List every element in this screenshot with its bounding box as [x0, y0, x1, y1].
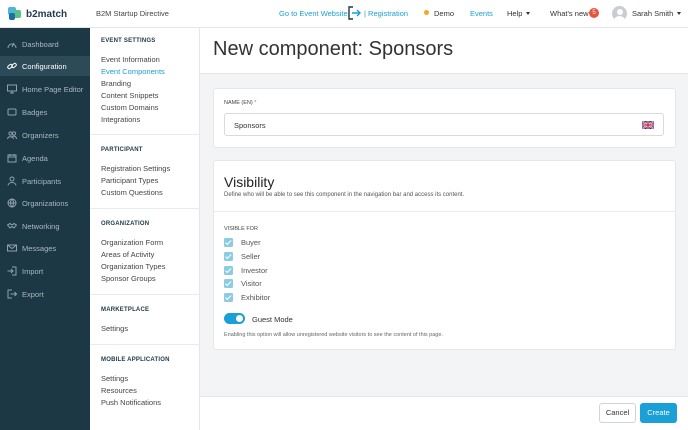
visible-for-visitor[interactable]: Visitor [224, 278, 262, 288]
sidebar-item-configuration[interactable]: Configuration [0, 56, 90, 76]
menu-section-title: ORGANIZATION [101, 221, 150, 227]
header-divider [200, 73, 688, 74]
menu-item-organization-form[interactable]: Organization Form [101, 238, 163, 247]
menu-divider [90, 134, 200, 135]
menu-divider [90, 294, 200, 295]
visible-for-buyer[interactable]: Buyer [224, 237, 261, 247]
menu-item-participant-types[interactable]: Participant Types [101, 176, 158, 185]
visible-for-exhibitor[interactable]: Exhibitor [224, 292, 270, 302]
menu-item-organization-types[interactable]: Organization Types [101, 262, 165, 271]
sidebar-item-home-page-editor[interactable]: Home Page Editor [0, 79, 90, 99]
menu-item-sponsor-groups[interactable]: Sponsor Groups [101, 274, 156, 283]
menu-item-areas-of-activity[interactable]: Areas of Activity [101, 250, 154, 259]
monitor-icon [7, 84, 17, 94]
menu-divider [90, 208, 200, 209]
user-menu[interactable]: Sarah Smith [632, 9, 682, 18]
menu-section-title: MARKETPLACE [101, 307, 150, 313]
checkbox-checked[interactable] [224, 251, 233, 261]
menu-item-push-notifications[interactable]: Push Notifications [101, 398, 161, 407]
badge-icon [7, 108, 17, 116]
required-mark: * [254, 100, 257, 106]
sidebar-item-import[interactable]: Import [0, 261, 90, 281]
visible-for-investor[interactable]: Investor [224, 265, 268, 275]
brand-name: b2match [26, 8, 68, 20]
cancel-button[interactable]: Cancel [599, 403, 636, 423]
main-sidebar: Dashboard Configuration Home Page Editor… [0, 28, 90, 430]
sidebar-item-networking[interactable]: Networking [0, 216, 90, 236]
checkbox-checked[interactable] [224, 265, 233, 275]
sidebar-item-dashboard[interactable]: Dashboard [0, 34, 90, 54]
users-icon [7, 176, 17, 186]
calendar-icon [7, 154, 17, 163]
external-link-icon[interactable] [348, 6, 361, 20]
help-menu[interactable]: Help [507, 9, 531, 18]
menu-item-branding[interactable]: Branding [101, 79, 131, 88]
sidebar-item-export[interactable]: Export [0, 284, 90, 304]
guest-mode-label: Guest Mode [252, 315, 293, 324]
sidebar-item-participants[interactable]: Participants [0, 171, 90, 191]
menu-section-title: PARTICIPANT [101, 147, 143, 153]
sidebar-item-agenda[interactable]: Agenda [0, 148, 90, 168]
menu-item-registration-settings[interactable]: Registration Settings [101, 164, 170, 173]
sidebar-item-badges[interactable]: Badges [0, 102, 90, 122]
import-icon [7, 266, 17, 276]
menu-item-custom-domains[interactable]: Custom Domains [101, 103, 159, 112]
registration-link[interactable]: | Registration [364, 9, 408, 18]
event-name: B2M Startup Directive [96, 9, 169, 18]
people-icon [7, 131, 17, 140]
brand-logo[interactable]: b2match [8, 6, 67, 22]
chevron-down-icon [526, 12, 531, 15]
create-button[interactable]: Create [640, 403, 677, 423]
visible-for-seller[interactable]: Seller [224, 251, 260, 261]
checkbox-checked[interactable] [224, 237, 233, 247]
globe-icon [7, 198, 17, 208]
link-icon [7, 62, 17, 70]
page-title: New component: Sponsors [213, 38, 454, 60]
demo-switch[interactable]: Demo [424, 9, 454, 18]
sidebar-item-organizations[interactable]: Organizations [0, 193, 90, 213]
checkbox-checked[interactable] [224, 278, 233, 288]
visibility-description: Define who will be able to see this comp… [224, 192, 465, 198]
notification-badge[interactable]: 5 [589, 8, 599, 18]
visibility-divider [213, 211, 676, 212]
avatar[interactable] [612, 6, 627, 21]
menu-item-event-components[interactable]: Event Components [101, 67, 165, 76]
whats-new-link[interactable]: What's new [550, 9, 589, 18]
menu-item-custom-questions[interactable]: Custom Questions [101, 188, 163, 197]
menu-item-integrations[interactable]: Integrations [101, 115, 140, 124]
name-input[interactable]: Sponsors [224, 113, 664, 136]
menu-section-title: MOBILE APPLICATION [101, 357, 170, 363]
name-field-label: NAME (EN) * [224, 100, 257, 106]
menu-item-event-information[interactable]: Event Information [101, 55, 160, 64]
menu-item-mobile-settings[interactable]: Settings [101, 374, 128, 383]
demo-status-dot [424, 10, 429, 15]
dashboard-icon [7, 42, 17, 49]
uk-flag-icon[interactable] [642, 121, 654, 129]
handshake-icon [7, 222, 17, 229]
guest-mode-toggle[interactable] [224, 313, 245, 324]
chevron-down-icon [677, 12, 682, 15]
goto-event-link[interactable]: Go to Event Website [279, 9, 348, 18]
visible-for-label: VISIBLE FOR [224, 226, 258, 232]
checkbox-checked[interactable] [224, 292, 233, 302]
visibility-title: Visibility [224, 174, 275, 190]
sidebar-item-organizers[interactable]: Organizers [0, 125, 90, 145]
envelope-icon [7, 244, 17, 252]
menu-item-resources[interactable]: Resources [101, 386, 137, 395]
events-link[interactable]: Events [470, 9, 493, 18]
menu-item-content-snippets[interactable]: Content Snippets [101, 91, 159, 100]
menu-item-marketplace-settings[interactable]: Settings [101, 324, 128, 333]
settings-menu: EVENT SETTINGS Event Information Event C… [90, 28, 200, 430]
logo-icon [8, 7, 22, 21]
menu-section-title: EVENT SETTINGS [101, 38, 156, 44]
guest-mode-hint: Enabling this option will allow unregist… [224, 332, 443, 338]
sidebar-item-messages[interactable]: Messages [0, 238, 90, 258]
export-icon [7, 289, 17, 299]
menu-divider [90, 344, 200, 345]
top-bar: b2match B2M Startup Directive Go to Even… [0, 0, 688, 28]
name-input-value: Sponsors [234, 121, 266, 130]
